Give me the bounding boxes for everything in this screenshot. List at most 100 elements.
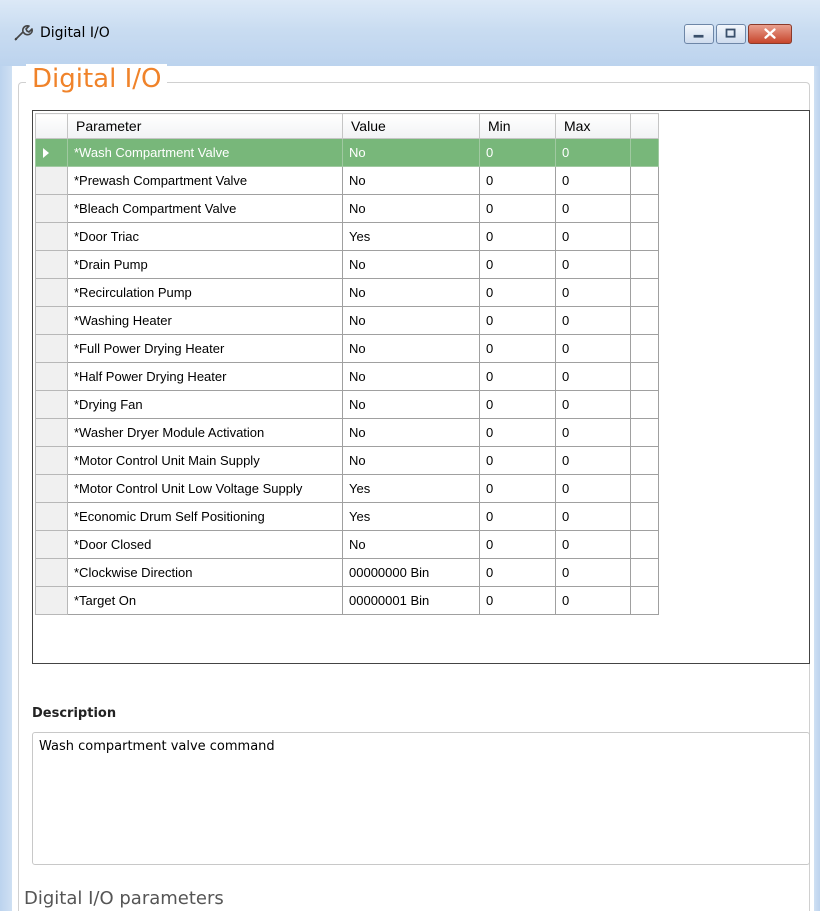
row-header[interactable]	[35, 250, 68, 279]
column-header-min[interactable]: Min	[479, 113, 556, 139]
parameter-cell[interactable]: *Full Power Drying Heater	[67, 334, 343, 363]
title-bar[interactable]: Digital I/O	[0, 0, 820, 67]
min-cell[interactable]: 0	[479, 222, 556, 251]
max-cell[interactable]: 0	[555, 474, 631, 503]
value-cell[interactable]: No	[342, 138, 480, 167]
min-cell[interactable]: 0	[479, 390, 556, 419]
min-cell[interactable]: 0	[479, 418, 556, 447]
value-cell[interactable]: Yes	[342, 474, 480, 503]
value-cell[interactable]: No	[342, 250, 480, 279]
min-cell[interactable]: 0	[479, 586, 556, 615]
row-header[interactable]	[35, 306, 68, 335]
value-cell[interactable]: No	[342, 306, 480, 335]
max-cell[interactable]: 0	[555, 166, 631, 195]
close-button[interactable]	[748, 24, 792, 44]
value-cell[interactable]: 00000000 Bin	[342, 558, 480, 587]
table-row[interactable]: *Door Closed No 0 0	[35, 530, 659, 559]
parameter-cell[interactable]: *Target On	[67, 586, 343, 615]
table-row[interactable]: *Half Power Drying Heater No 0 0	[35, 362, 659, 391]
value-cell[interactable]: No	[342, 362, 480, 391]
row-header[interactable]	[35, 278, 68, 307]
min-cell[interactable]: 0	[479, 194, 556, 223]
value-cell[interactable]: No	[342, 278, 480, 307]
value-cell[interactable]: No	[342, 390, 480, 419]
min-cell[interactable]: 0	[479, 166, 556, 195]
row-header[interactable]	[35, 390, 68, 419]
table-row[interactable]: *Door Triac Yes 0 0	[35, 222, 659, 251]
table-row[interactable]: *Drying Fan No 0 0	[35, 390, 659, 419]
parameter-cell[interactable]: *Recirculation Pump	[67, 278, 343, 307]
table-row[interactable]: *Drain Pump No 0 0	[35, 250, 659, 279]
parameter-cell[interactable]: *Drain Pump	[67, 250, 343, 279]
row-header[interactable]	[35, 138, 68, 167]
parameter-cell[interactable]: *Door Triac	[67, 222, 343, 251]
min-cell[interactable]: 0	[479, 250, 556, 279]
min-cell[interactable]: 0	[479, 362, 556, 391]
max-cell[interactable]: 0	[555, 502, 631, 531]
table-row[interactable]: *Washer Dryer Module Activation No 0 0	[35, 418, 659, 447]
parameter-cell[interactable]: *Washing Heater	[67, 306, 343, 335]
min-cell[interactable]: 0	[479, 278, 556, 307]
min-cell[interactable]: 0	[479, 530, 556, 559]
table-row[interactable]: *Bleach Compartment Valve No 0 0	[35, 194, 659, 223]
table-row[interactable]: *Prewash Compartment Valve No 0 0	[35, 166, 659, 195]
table-row[interactable]: *Motor Control Unit Low Voltage Supply Ye…	[35, 474, 659, 503]
row-header[interactable]	[35, 530, 68, 559]
max-cell[interactable]: 0	[555, 250, 631, 279]
description-box[interactable]: Wash compartment valve command	[32, 732, 810, 865]
row-header[interactable]	[35, 166, 68, 195]
max-cell[interactable]: 0	[555, 306, 631, 335]
table-row[interactable]: *Motor Control Unit Main Supply No 0 0	[35, 446, 659, 475]
max-cell[interactable]: 0	[555, 138, 631, 167]
table-row[interactable]: *Wash Compartment Valve No 0 0	[35, 138, 659, 167]
parameter-cell[interactable]: *Washer Dryer Module Activation	[67, 418, 343, 447]
parameter-cell[interactable]: *Prewash Compartment Valve	[67, 166, 343, 195]
value-cell[interactable]: No	[342, 334, 480, 363]
value-cell[interactable]: No	[342, 166, 480, 195]
table-row[interactable]: *Clockwise Direction 00000000 Bin 0 0	[35, 558, 659, 587]
table-row[interactable]: *Target On 00000001 Bin 0 0	[35, 586, 659, 615]
max-cell[interactable]: 0	[555, 446, 631, 475]
value-cell[interactable]: Yes	[342, 222, 480, 251]
row-header[interactable]	[35, 446, 68, 475]
table-row[interactable]: *Economic Drum Self Positioning Yes 0 0	[35, 502, 659, 531]
row-header[interactable]	[35, 586, 68, 615]
minimize-button[interactable]	[684, 24, 714, 44]
min-cell[interactable]: 0	[479, 306, 556, 335]
value-cell[interactable]: Yes	[342, 502, 480, 531]
table-row[interactable]: *Washing Heater No 0 0	[35, 306, 659, 335]
parameter-grid[interactable]: Parameter Value Min Max *Wash Compartmen…	[32, 110, 810, 664]
parameter-cell[interactable]: *Economic Drum Self Positioning	[67, 502, 343, 531]
min-cell[interactable]: 0	[479, 446, 556, 475]
column-header-parameter[interactable]: Parameter	[67, 113, 343, 139]
parameter-cell[interactable]: *Clockwise Direction	[67, 558, 343, 587]
max-cell[interactable]: 0	[555, 222, 631, 251]
parameter-cell[interactable]: *Drying Fan	[67, 390, 343, 419]
value-cell[interactable]: No	[342, 418, 480, 447]
table-row[interactable]: *Recirculation Pump No 0 0	[35, 278, 659, 307]
min-cell[interactable]: 0	[479, 334, 556, 363]
max-cell[interactable]: 0	[555, 194, 631, 223]
max-cell[interactable]: 0	[555, 278, 631, 307]
parameter-cell[interactable]: *Half Power Drying Heater	[67, 362, 343, 391]
max-cell[interactable]: 0	[555, 530, 631, 559]
value-cell[interactable]: No	[342, 530, 480, 559]
row-header[interactable]	[35, 222, 68, 251]
row-header[interactable]	[35, 334, 68, 363]
maximize-button[interactable]	[716, 24, 746, 44]
min-cell[interactable]: 0	[479, 558, 556, 587]
max-cell[interactable]: 0	[555, 334, 631, 363]
max-cell[interactable]: 0	[555, 558, 631, 587]
min-cell[interactable]: 0	[479, 502, 556, 531]
max-cell[interactable]: 0	[555, 418, 631, 447]
value-cell[interactable]: No	[342, 446, 480, 475]
value-cell[interactable]: No	[342, 194, 480, 223]
row-header[interactable]	[35, 474, 68, 503]
min-cell[interactable]: 0	[479, 474, 556, 503]
min-cell[interactable]: 0	[479, 138, 556, 167]
max-cell[interactable]: 0	[555, 390, 631, 419]
column-header-max[interactable]: Max	[555, 113, 631, 139]
column-header-value[interactable]: Value	[342, 113, 480, 139]
table-row[interactable]: *Full Power Drying Heater No 0 0	[35, 334, 659, 363]
row-header[interactable]	[35, 194, 68, 223]
